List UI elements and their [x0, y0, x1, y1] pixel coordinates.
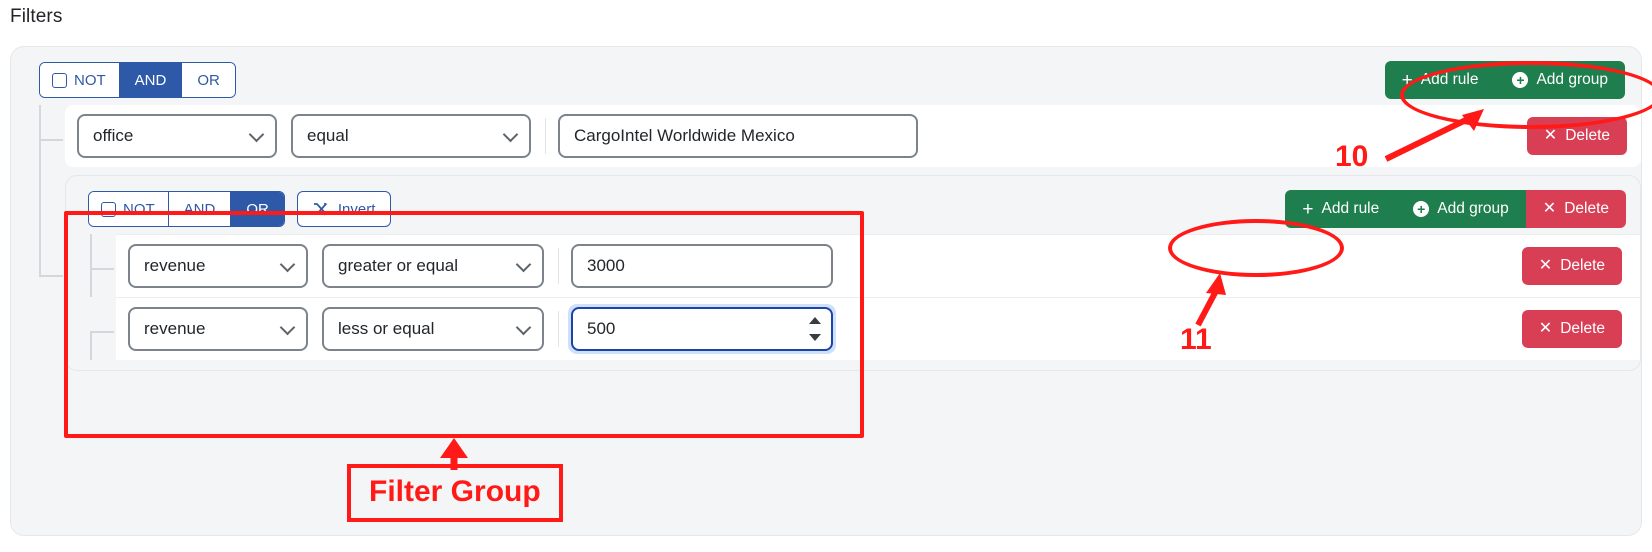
rule-row-revenue-max: revenue less or equal 500 ✕ Delete	[116, 297, 1640, 360]
chevron-down-icon	[279, 256, 296, 273]
nested-add-group-label: Add group	[1437, 200, 1509, 217]
plus-circle-icon: +	[1413, 201, 1430, 217]
root-and-button[interactable]: AND	[119, 63, 183, 97]
root-group-header: NOT AND OR + Add rule + Add group	[11, 47, 1641, 105]
rule-operator-select-revenue-max[interactable]: less or equal	[322, 307, 544, 351]
root-group-actions: + Add rule + Add group	[1384, 61, 1625, 99]
stepper-down-icon[interactable]	[809, 334, 821, 341]
rule-value-number-wrapper	[568, 304, 836, 354]
rule-divider	[558, 248, 559, 284]
rule-operator-value: less or equal	[338, 319, 435, 338]
nested-combinator-group: NOT AND OR	[88, 191, 285, 227]
nested-rule-item: revenue greater or equal 3000 ✕ Delete	[90, 234, 1640, 297]
chevron-down-icon	[279, 319, 296, 336]
checkbox-icon	[101, 201, 116, 217]
number-stepper[interactable]	[806, 317, 824, 341]
nested-delete-group-button[interactable]: ✕ Delete	[1525, 190, 1626, 228]
root-add-rule-label: Add rule	[1420, 71, 1479, 88]
rule-delete-label: Delete	[1560, 320, 1605, 337]
rule-delete-button-office[interactable]: ✕ Delete	[1526, 117, 1627, 155]
nested-not-label: NOT	[123, 200, 155, 218]
stepper-up-icon[interactable]	[809, 317, 821, 324]
tree-stub-line	[39, 277, 41, 377]
plus-circle-icon: +	[1512, 72, 1529, 88]
nested-add-rule-button[interactable]: + Add rule	[1285, 190, 1397, 228]
tree-branch-line	[90, 268, 114, 270]
nested-not-toggle[interactable]: NOT	[89, 192, 169, 226]
rule-row-office: office equal ✕ Delete	[65, 105, 1641, 167]
tree-branch-line	[39, 275, 63, 277]
rule-delete-label: Delete	[1560, 257, 1605, 274]
root-combinator-group: NOT AND OR	[39, 62, 236, 98]
filters-page: Filters NOT AND OR + Add rule + Add grou…	[0, 0, 1652, 552]
chevron-down-icon	[515, 319, 532, 336]
root-group-body: office equal ✕ Delete	[11, 105, 1641, 377]
nested-invert-label: Invert	[337, 200, 376, 218]
rule-operator-select-office[interactable]: equal	[291, 114, 531, 158]
nested-filter-group: NOT AND OR Invert + Add rule + Add group…	[65, 175, 1641, 371]
rule-value-input-revenue-max[interactable]	[571, 307, 833, 351]
chevron-down-icon	[502, 126, 519, 143]
root-not-label: NOT	[74, 71, 106, 89]
plus-icon: +	[1302, 198, 1314, 220]
close-icon: ✕	[1543, 127, 1558, 144]
root-rule-item: office equal ✕ Delete	[39, 105, 1641, 167]
nested-rule-item: revenue less or equal 500 ✕ Delete	[90, 297, 1640, 360]
root-not-toggle[interactable]: NOT	[40, 63, 120, 97]
close-icon: ✕	[1542, 200, 1557, 217]
root-add-group-button[interactable]: + Add group	[1495, 61, 1625, 99]
tree-stub-line	[90, 297, 92, 331]
rule-field-select-revenue-min[interactable]: revenue	[128, 244, 308, 288]
rule-field-select-revenue-max[interactable]: revenue	[128, 307, 308, 351]
page-title: Filters	[10, 6, 63, 27]
root-filter-group: NOT AND OR + Add rule + Add group office…	[10, 46, 1642, 536]
rule-field-select-office[interactable]: office	[77, 114, 277, 158]
rule-field-value: revenue	[144, 319, 206, 338]
shuffle-icon	[313, 202, 328, 216]
checkbox-icon	[52, 72, 67, 88]
nested-or-button[interactable]: OR	[231, 192, 284, 226]
rule-delete-button-revenue-max[interactable]: ✕ Delete	[1521, 310, 1622, 348]
rule-divider	[558, 311, 559, 347]
chevron-down-icon	[248, 126, 265, 143]
rule-row-revenue-min: revenue greater or equal 3000 ✕ Delete	[116, 234, 1640, 297]
nested-group-item: NOT AND OR Invert + Add rule + Add group…	[39, 175, 1641, 377]
nested-add-rule-label: Add rule	[1321, 200, 1380, 217]
nested-delete-label: Delete	[1564, 200, 1609, 217]
rule-delete-label: Delete	[1565, 127, 1610, 144]
rule-delete-button-revenue-min[interactable]: ✕ Delete	[1521, 247, 1622, 285]
rule-field-value: office	[93, 126, 134, 145]
rule-divider	[545, 118, 546, 154]
close-icon: ✕	[1538, 257, 1553, 274]
root-add-group-label: Add group	[1536, 71, 1608, 88]
root-or-button[interactable]: OR	[182, 63, 235, 97]
rule-field-value: revenue	[144, 256, 206, 275]
nested-group-actions: + Add rule + Add group ✕ Delete	[1285, 190, 1626, 228]
rule-value-input-office[interactable]	[558, 114, 918, 158]
rule-operator-value: equal	[307, 126, 349, 145]
nested-group-body: revenue greater or equal 3000 ✕ Delete r…	[66, 234, 1640, 360]
plus-icon: +	[1401, 69, 1413, 91]
tree-branch-line	[90, 331, 114, 333]
tree-branch-line	[39, 139, 63, 141]
rule-operator-select-revenue-min[interactable]: greater or equal	[322, 244, 544, 288]
rule-operator-value: greater or equal	[338, 256, 459, 275]
nested-add-group-button[interactable]: + Add group	[1396, 190, 1526, 228]
nested-group-header: NOT AND OR Invert + Add rule + Add group…	[66, 176, 1640, 234]
close-icon: ✕	[1538, 320, 1553, 337]
root-add-rule-button[interactable]: + Add rule	[1384, 61, 1496, 99]
nested-and-button[interactable]: AND	[168, 192, 232, 226]
nested-invert-button[interactable]: Invert	[296, 191, 392, 227]
chevron-down-icon	[515, 256, 532, 273]
rule-value-input-revenue-min[interactable]	[571, 244, 833, 288]
